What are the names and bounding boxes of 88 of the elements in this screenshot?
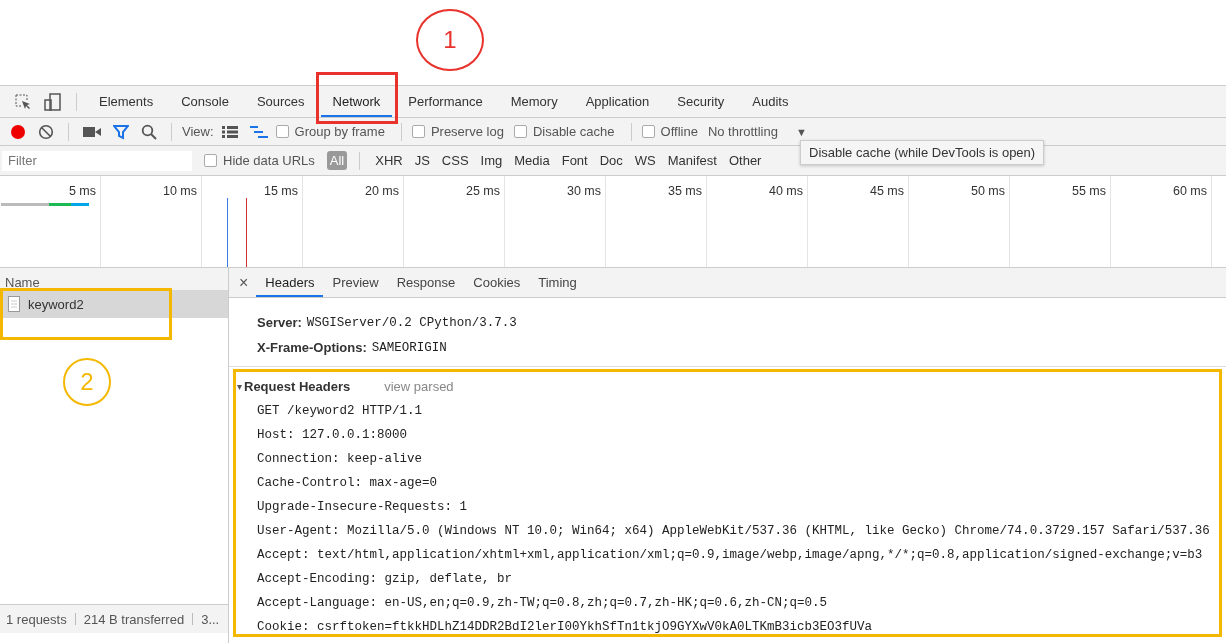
detail-tab[interactable]: Timing	[529, 268, 586, 297]
time-tick-label: 50 ms	[970, 184, 1005, 198]
time-tick-label: 60 ms	[1172, 184, 1207, 198]
raw-header-line: GET /keyword2 HTTP/1.1	[256, 403, 424, 420]
time-tick-label: 15 ms	[263, 184, 298, 198]
detail-tab[interactable]: Headers	[256, 268, 324, 297]
annotation-circle: 2	[63, 358, 111, 406]
type-filter-button[interactable]: Other	[725, 151, 765, 170]
checkbox-label: Hide data URLs	[223, 153, 315, 168]
checkbox-label: Group by frame	[294, 124, 385, 139]
header-value: SAMEORIGIN	[371, 340, 447, 355]
device-icon[interactable]	[44, 92, 62, 111]
panel-tab[interactable]: Network	[320, 86, 393, 117]
checkbox[interactable]	[641, 125, 655, 138]
raw-header-line: Cache-Control: max-age=0	[256, 475, 439, 492]
checkbox-label: Disable cache	[532, 124, 615, 139]
raw-header-line: Host: 127.0.0.1:8000	[256, 427, 409, 444]
document-icon	[8, 296, 20, 312]
header-name: X-Frame-Options:	[257, 340, 367, 355]
time-tick-label: 25 ms	[465, 184, 500, 198]
time-tick-label: 10 ms	[162, 184, 197, 198]
type-filter-button[interactable]: JS	[411, 151, 433, 170]
search-icon[interactable]	[141, 123, 157, 140]
dom-loaded-line	[227, 198, 228, 267]
status-text: 3...	[201, 611, 220, 627]
type-filter-button[interactable]: Manifest	[664, 151, 720, 170]
checkbox[interactable]	[411, 125, 425, 138]
raw-header-line: Connection: keep-alive	[256, 451, 424, 468]
checkbox[interactable]	[204, 154, 217, 167]
raw-header-line: Accept-Encoding: gzip, deflate, br	[256, 571, 514, 588]
time-tick-label: 35 ms	[667, 184, 702, 198]
filter-field[interactable]: Filter	[2, 150, 192, 171]
checkbox-label: Preserve log	[430, 124, 504, 139]
raw-header-line: Accept: text/html,application/xhtml+xml,application/xml;q=0.9,image/webp,image/apng,*/*;q=0.8,application/signed-exchange;v=b3	[256, 547, 1204, 564]
close-button[interactable]: ×	[229, 273, 257, 292]
time-tick-label: 30 ms	[566, 184, 601, 198]
annotation-circle: 1	[416, 9, 484, 71]
detail-tab[interactable]: Preview	[323, 268, 388, 297]
time-tick-label: 55 ms	[1071, 184, 1106, 198]
list-icon[interactable]	[221, 124, 238, 139]
load-line	[246, 198, 247, 267]
raw-header-line: User-Agent: Mozilla/5.0 (Windows NT 10.0; Win64; x64) AppleWebKit/537.36 (KHTML, like Gecko) Chrome/74.0.3729.157 Safari/537.36	[256, 523, 1211, 540]
time-tick-label: 20 ms	[364, 184, 399, 198]
panel-tab[interactable]: Performance	[396, 86, 495, 117]
type-filter-button[interactable]: WS	[631, 151, 659, 170]
checkbox[interactable]	[275, 125, 289, 138]
panel-tab[interactable]: Sources	[244, 86, 317, 117]
time-tick-label: 5 ms	[68, 184, 96, 198]
view-parsed-link[interactable]: view parsed	[384, 378, 454, 394]
clear-icon[interactable]	[38, 123, 54, 140]
panel-tab[interactable]: Audits	[740, 86, 801, 117]
status-text: 214 B transferred	[83, 611, 185, 627]
raw-header-line: Cookie: csrftoken=ftkkHDLhZ14DDR2BdI2lerI00YkhSfTn1tkjO9GYXwV0kA0LTKmB3icb3EO3fUVa	[256, 619, 874, 636]
type-filter-button[interactable]: Doc	[596, 151, 626, 170]
panel-tab[interactable]: Application	[573, 86, 662, 117]
section-title[interactable]: Request Headers	[244, 378, 351, 394]
raw-header-line: Accept-Language: en-US,en;q=0.9,zh-TW;q=0.8,zh;q=0.7,zh-HK;q=0.6,zh-CN;q=0.5	[256, 595, 829, 612]
column-header: Name	[5, 275, 40, 290]
waterfall-icon[interactable]	[249, 124, 268, 139]
header-name: Server:	[257, 315, 302, 330]
type-filter-button[interactable]: CSS	[438, 151, 472, 170]
type-filter-button[interactable]: Media	[511, 151, 553, 170]
type-filter-button[interactable]: Font	[558, 151, 591, 170]
caret-icon[interactable]: ▼	[795, 125, 807, 138]
header-value: WSGIServer/0.2 CPython/3.7.3	[306, 315, 517, 330]
throttling-select[interactable]: No throttling	[707, 124, 778, 139]
detail-tab[interactable]: Response	[387, 268, 465, 297]
type-filter-button[interactable]: XHR	[372, 151, 406, 170]
time-tick-label: 45 ms	[869, 184, 904, 198]
status-text: 1 requests	[6, 611, 67, 627]
view-label: View:	[182, 124, 214, 139]
panel-tab[interactable]: Security	[665, 86, 737, 117]
raw-header-line: Upgrade-Insecure-Requests: 1	[256, 499, 469, 516]
time-tick-label: 40 ms	[768, 184, 803, 198]
record-icon[interactable]	[10, 123, 26, 140]
panel-tab[interactable]: Console	[169, 86, 241, 117]
camera-icon[interactable]	[83, 124, 101, 139]
tooltip: Disable cache (while DevTools is open)	[800, 140, 1045, 165]
toggle-icon[interactable]: ▾	[237, 380, 242, 392]
inspect-icon[interactable]	[14, 92, 32, 111]
panel-tab[interactable]: Elements	[87, 86, 166, 117]
filter-icon[interactable]	[113, 123, 129, 140]
request-row[interactable]: keyword2	[0, 290, 228, 318]
type-filter-button[interactable]: Img	[477, 151, 506, 170]
checkbox[interactable]	[513, 125, 527, 138]
checkbox-label: Offline	[660, 124, 698, 139]
detail-tab[interactable]: Cookies	[464, 268, 530, 297]
panel-tab[interactable]: Memory	[498, 86, 570, 117]
